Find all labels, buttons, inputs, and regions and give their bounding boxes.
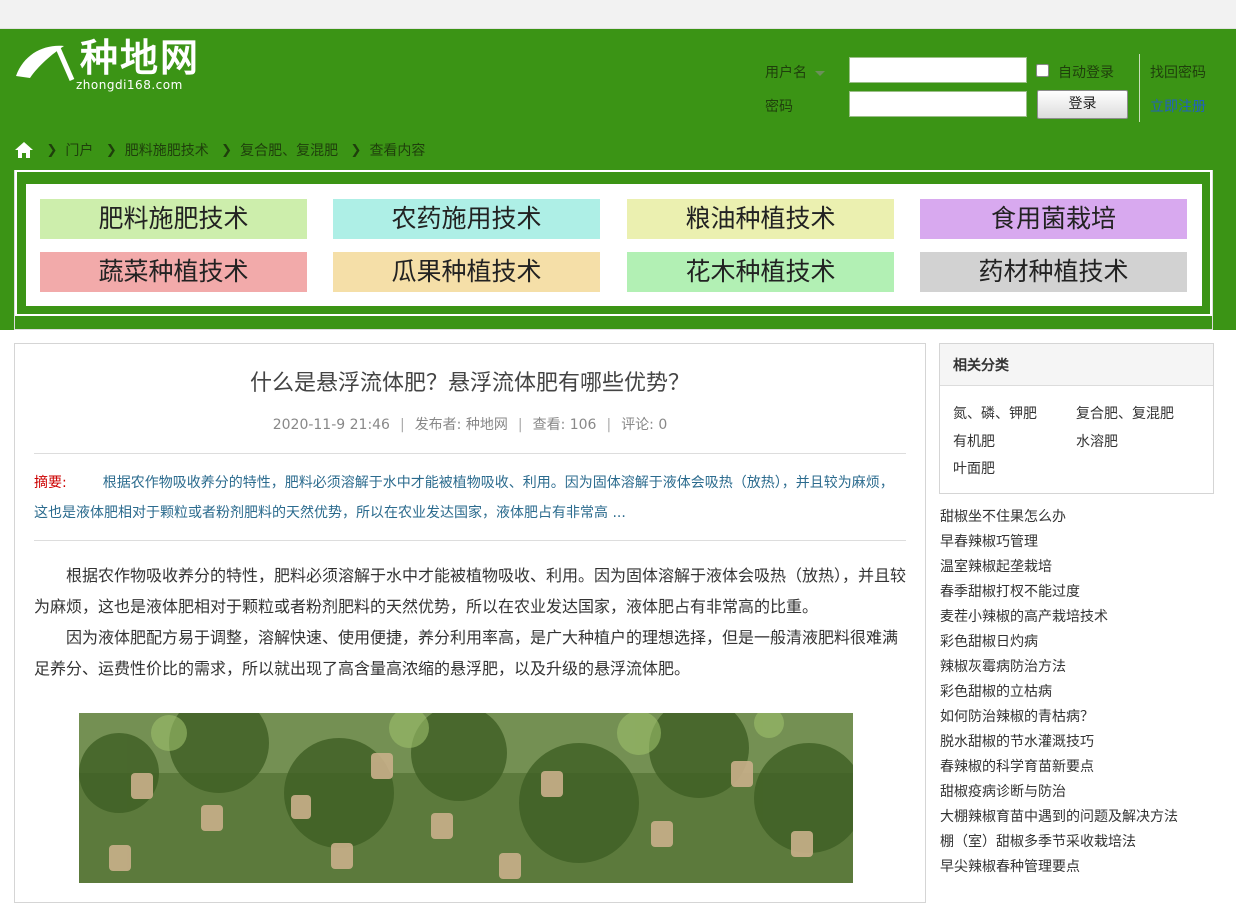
article-photo: [79, 713, 853, 883]
article-paragraph: 根据农作物吸收养分的特性，肥料必须溶解于水中才能被植物吸收、利用。因为固体溶解于…: [34, 566, 907, 616]
article-body: 根据农作物吸收养分的特性，肥料必须溶解于水中才能被植物吸收、利用。因为固体溶解于…: [34, 560, 906, 684]
list-item[interactable]: 甜椒坐不住果怎么办: [940, 505, 1230, 530]
list-item[interactable]: 温室辣椒起垄栽培: [940, 555, 1230, 580]
find-password-link[interactable]: 找回密码: [1150, 62, 1206, 82]
article-author[interactable]: 发布者: 种地网: [415, 417, 508, 433]
list-item[interactable]: 麦茬小辣椒的高产栽培技术: [940, 605, 1230, 630]
list-item[interactable]: 早尖辣椒春种管理要点: [940, 855, 1230, 880]
category-flower-tree[interactable]: 花木种植技术: [627, 252, 894, 292]
password-input[interactable]: [849, 91, 1027, 117]
username-label[interactable]: 用户名: [765, 62, 825, 82]
summary-text: 根据农作物吸收养分的特性，肥料必须溶解于水中才能被植物吸收、利用。因为固体溶解于…: [34, 475, 894, 521]
site-logo[interactable]: 种地网 zhongdi168.com: [14, 36, 214, 96]
logo-text-en: zhongdi168.com: [76, 78, 183, 92]
article-comments[interactable]: 评论: 0: [621, 417, 667, 433]
breadcrumb-item[interactable]: 肥料施肥技术: [125, 140, 209, 160]
sidebar-category-item[interactable]: 叶面肥: [953, 458, 995, 478]
category-fruit[interactable]: 瓜果种植技术: [333, 252, 600, 292]
article-meta: 2020-11-9 21:46 | 发布者: 种地网 | 查看: 106 | 评论: 0: [272, 417, 668, 433]
breadcrumb-item: 查看内容: [369, 143, 426, 159]
breadcrumb-item[interactable]: 门户: [65, 140, 93, 160]
category-pesticide[interactable]: 农药施用技术: [333, 199, 600, 239]
article-summary: 摘要: 根据农作物吸收养分的特性，肥料必须溶解于水中才能被植物吸收、利用。因为固体…: [34, 468, 906, 528]
password-label: 密码: [765, 99, 793, 115]
list-item[interactable]: 棚（室）甜椒多季节采收栽培法: [940, 830, 1230, 855]
article-title: 什么是悬浮流体肥？悬浮流体肥有哪些优势？: [249, 371, 690, 396]
home-icon[interactable]: [14, 141, 34, 159]
category-fertilizer[interactable]: 肥料施肥技术: [40, 199, 307, 239]
breadcrumb-item[interactable]: 复合肥、复混肥: [240, 140, 338, 160]
logo-text-cn: 种地网: [80, 36, 201, 80]
sidebar-category-item[interactable]: 复合肥、复混肥: [1076, 403, 1174, 423]
sidebar-category-item[interactable]: 氮、磷、钾肥: [953, 403, 1037, 423]
related-categories-header: 相关分类: [940, 344, 1213, 386]
divider: [34, 453, 906, 454]
auto-login-label[interactable]: 自动登录: [1058, 62, 1114, 82]
list-item[interactable]: 大棚辣椒育苗中遇到的问题及解决方法: [940, 805, 1230, 830]
browser-top-strip: [0, 0, 1236, 29]
list-item[interactable]: 彩色甜椒的立枯病: [940, 680, 1230, 705]
article-date: 2020-11-9 21:46: [272, 417, 390, 433]
leaf-logo-icon: [16, 45, 75, 82]
summary-label: 摘要:: [34, 475, 67, 491]
chevron-right-icon: ❯: [221, 142, 233, 158]
related-articles-list: 甜椒坐不住果怎么办 早春辣椒巧管理 温室辣椒起垄栽培 春季甜椒打杈不能过度 麦茬…: [940, 505, 1230, 880]
list-item[interactable]: 脱水甜椒的节水灌溉技巧: [940, 730, 1230, 755]
list-item[interactable]: 春辣椒的科学育苗新要点: [940, 755, 1230, 780]
sidebar-category-item[interactable]: 水溶肥: [1076, 431, 1118, 451]
article-paragraph: 因为液体肥配方易于调整，溶解快速、使用便捷，养分利用率高，是广大种植户的理想选择…: [34, 628, 899, 678]
chevron-down-icon: [815, 70, 825, 76]
register-link[interactable]: 立即注册: [1150, 96, 1206, 116]
breadcrumb: ❯ 门户 ❯ 肥料施肥技术 ❯ 复合肥、复混肥 ❯ 查看内容: [14, 140, 425, 160]
divider: [1139, 54, 1140, 122]
divider: [34, 540, 906, 541]
category-mushroom[interactable]: 食用菌栽培: [920, 199, 1187, 239]
list-item[interactable]: 甜椒疫病诊断与防治: [940, 780, 1230, 805]
list-item[interactable]: 辣椒灰霉病防治方法: [940, 655, 1230, 680]
sidebar-category-item[interactable]: 有机肥: [953, 431, 995, 451]
username-input[interactable]: [849, 57, 1027, 83]
chevron-right-icon: ❯: [105, 142, 117, 158]
list-item[interactable]: 早春辣椒巧管理: [940, 530, 1230, 555]
category-grain-oil[interactable]: 粮油种植技术: [627, 199, 894, 239]
login-button[interactable]: 登录: [1037, 90, 1128, 119]
article-views: 查看: 106: [532, 417, 597, 433]
username-label-text: 用户名: [765, 65, 807, 81]
list-item[interactable]: 如何防治辣椒的青枯病？: [940, 705, 1230, 730]
related-categories-title: 相关分类: [953, 358, 1009, 374]
chevron-right-icon: ❯: [350, 142, 362, 158]
category-herb[interactable]: 药材种植技术: [920, 252, 1187, 292]
list-item[interactable]: 春季甜椒打杈不能过度: [940, 580, 1230, 605]
auto-login-checkbox[interactable]: [1036, 64, 1049, 77]
list-item[interactable]: 彩色甜椒日灼病: [940, 630, 1230, 655]
chevron-right-icon: ❯: [46, 142, 58, 158]
category-vegetable[interactable]: 蔬菜种植技术: [40, 252, 307, 292]
